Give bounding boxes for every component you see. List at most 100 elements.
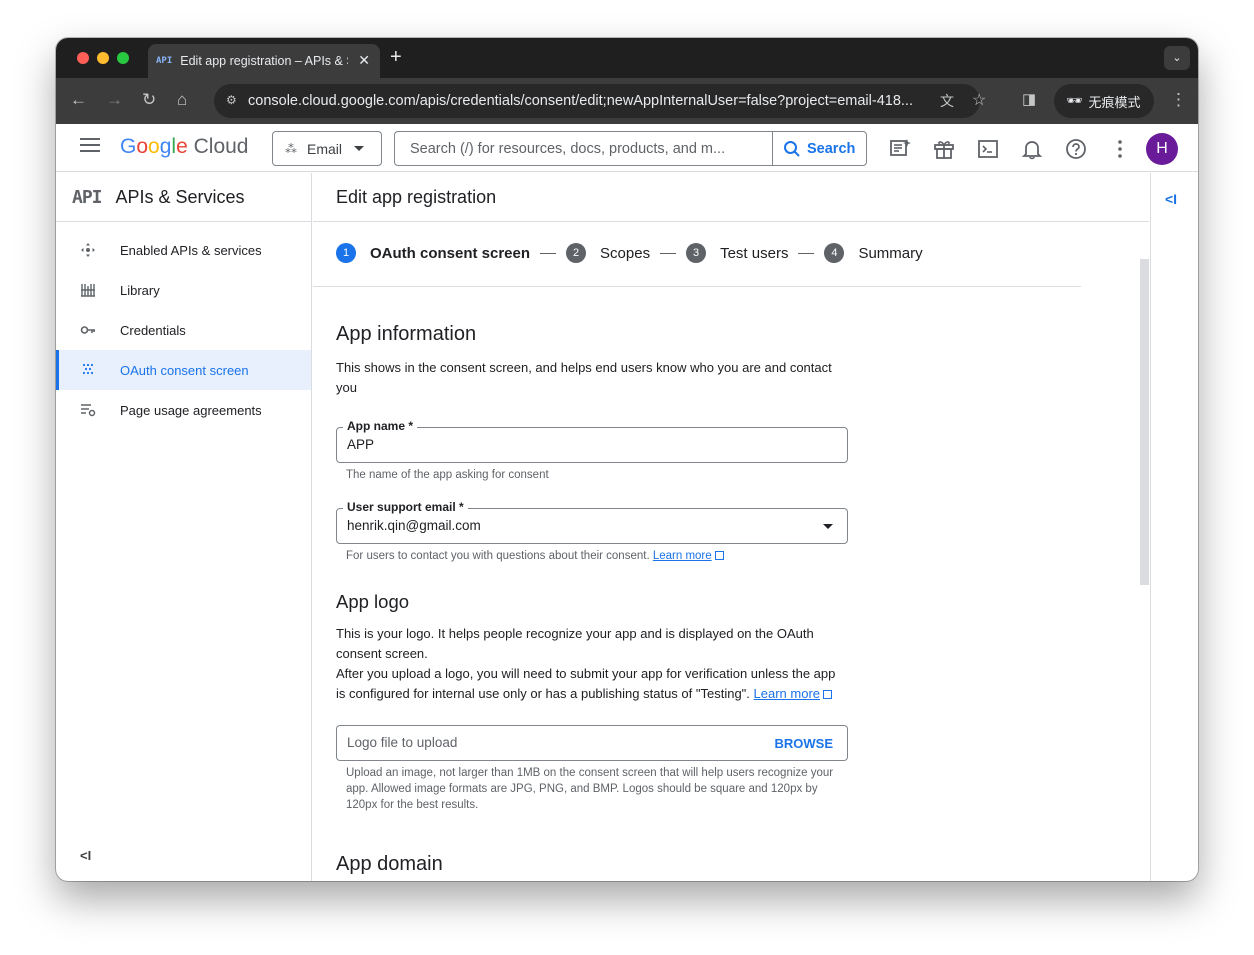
- enabled-apis-icon: [81, 243, 95, 257]
- app-information-description: This shows in the consent screen, and he…: [336, 360, 832, 395]
- avatar[interactable]: H: [1146, 133, 1178, 165]
- search-input[interactable]: Search (/) for resources, docs, products…: [395, 141, 773, 157]
- step-number: 4: [824, 243, 845, 263]
- hamburger-menu-icon[interactable]: [80, 138, 100, 154]
- browser-tab[interactable]: API Edit app registration – APIs & Servi…: [148, 44, 380, 78]
- sidebar-item-library[interactable]: Library: [56, 270, 311, 310]
- gemini-chat-icon[interactable]: [889, 138, 911, 160]
- expand-panel-icon[interactable]: <I: [1165, 191, 1177, 207]
- project-name: Email: [307, 140, 343, 157]
- app-logo-desc-1: This is your logo. It helps people recog…: [336, 626, 814, 661]
- browser-menu-icon[interactable]: ⋮: [1170, 90, 1187, 110]
- sidebar-item-label: Credentials: [120, 322, 186, 338]
- stepper-divider: [313, 286, 1081, 287]
- browser-window: API Edit app registration – APIs & Servi…: [56, 38, 1198, 881]
- search-bar[interactable]: Search (/) for resources, docs, products…: [394, 131, 867, 166]
- external-link-icon: [714, 551, 724, 560]
- library-icon: [81, 284, 95, 297]
- url-text: console.cloud.google.com/apis/credential…: [248, 93, 913, 109]
- sidebar-item-label: OAuth consent screen: [120, 362, 249, 378]
- sidebar-title: APIs & Services: [115, 186, 245, 207]
- external-link-icon: [823, 690, 833, 699]
- incognito-label: 无痕模式: [1088, 94, 1141, 110]
- project-picker[interactable]: ⁂ Email: [272, 131, 382, 166]
- notifications-icon[interactable]: [1021, 138, 1043, 160]
- search-icon: [784, 140, 800, 157]
- translate-icon[interactable]: 文: [940, 91, 954, 111]
- app-name-hint: The name of the app asking for consent: [346, 469, 549, 481]
- step-divider: [798, 252, 815, 254]
- step-number: 2: [566, 243, 587, 263]
- learn-more-link[interactable]: Learn more: [754, 686, 820, 701]
- sidebar-item-enabled-apis[interactable]: Enabled APIs & services: [56, 230, 311, 270]
- forward-icon[interactable]: →: [106, 90, 123, 110]
- browser-toolbar: ← → ↻ ⌂ ⚙ console.cloud.google.com/apis/…: [56, 78, 1198, 124]
- app-domain-heading: App domain: [336, 853, 443, 875]
- help-icon[interactable]: [1065, 138, 1087, 160]
- side-panel-icon[interactable]: ◨: [1022, 90, 1036, 108]
- step-divider: [540, 252, 557, 254]
- chevron-down-icon: [354, 146, 365, 151]
- app-logo-description: This is your logo. It helps people recog…: [336, 624, 841, 704]
- address-bar[interactable]: ⚙ console.cloud.google.com/apis/credenti…: [214, 84, 980, 118]
- gift-icon[interactable]: [933, 138, 955, 160]
- tab-close-icon[interactable]: ✕: [358, 52, 370, 69]
- user-support-email-select[interactable]: User support email * henrik.qin@gmail.co…: [336, 500, 848, 544]
- right-panel: <I: [1150, 173, 1198, 881]
- site-settings-icon[interactable]: ⚙: [226, 93, 237, 107]
- bookmark-star-icon[interactable]: ☆: [972, 90, 986, 110]
- user-support-email-label: User support email *: [343, 500, 468, 514]
- reload-icon[interactable]: ↻: [142, 90, 156, 110]
- search-button[interactable]: Search: [772, 132, 866, 165]
- logo-upload-field[interactable]: Logo file to upload BROWSE: [336, 725, 848, 761]
- sidebar-item-label: Enabled APIs & services: [120, 242, 262, 258]
- sidebar-item-oauth-consent-screen[interactable]: OAuth consent screen: [56, 350, 311, 390]
- sidebar-item-page-usage-agreements[interactable]: Page usage agreements: [56, 390, 311, 430]
- app-name-input[interactable]: APP: [347, 437, 374, 452]
- tab-search-icon[interactable]: ⌄: [1164, 46, 1190, 70]
- google-cloud-logo[interactable]: Google Cloud: [120, 135, 248, 159]
- sidebar-item-credentials[interactable]: Credentials: [56, 310, 311, 350]
- email-hint-text: For users to contact you with questions …: [346, 550, 650, 562]
- back-icon[interactable]: ←: [70, 90, 87, 110]
- cloud-shell-icon[interactable]: [977, 138, 999, 160]
- close-window-button[interactable]: [77, 52, 89, 64]
- sidebar-item-label: Library: [120, 282, 160, 298]
- app-name-field[interactable]: App name * APP: [336, 419, 848, 463]
- key-icon: [80, 326, 95, 334]
- browse-button[interactable]: BROWSE: [775, 736, 834, 751]
- project-icon: ⁂: [285, 141, 297, 156]
- tab-strip: API Edit app registration – APIs & Servi…: [56, 38, 1198, 78]
- minimize-window-button[interactable]: [97, 52, 109, 64]
- main-content: Edit app registration 1 OAuth consent sc…: [313, 173, 1149, 881]
- dropdown-arrow-icon: [823, 524, 833, 529]
- page-title: Edit app registration: [313, 173, 1149, 222]
- collapse-sidebar-icon[interactable]: <I: [80, 848, 91, 863]
- step-summary[interactable]: Summary: [858, 245, 922, 262]
- step-oauth-consent-screen[interactable]: OAuth consent screen: [370, 245, 530, 262]
- step-test-users[interactable]: Test users: [720, 245, 788, 262]
- learn-more-link[interactable]: Learn more: [653, 550, 712, 562]
- consent-icon: [82, 363, 94, 375]
- home-icon[interactable]: ⌂: [177, 90, 187, 110]
- sidebar-item-label: Page usage agreements: [120, 402, 262, 418]
- sidebar-header: API APIs & Services: [56, 173, 311, 222]
- app-logo-heading: App logo: [336, 591, 410, 612]
- incognito-indicator[interactable]: 🕶 无痕模式: [1054, 84, 1154, 118]
- step-number: 3: [686, 243, 707, 263]
- more-options-icon[interactable]: [1109, 138, 1131, 160]
- api-product-icon: API: [72, 186, 102, 208]
- app-logo-desc-2: After you upload a logo, you will need t…: [336, 664, 841, 704]
- scrollbar[interactable]: [1140, 259, 1149, 585]
- search-button-label: Search: [807, 140, 856, 157]
- step-scopes[interactable]: Scopes: [600, 245, 650, 262]
- logo-cloud: Cloud: [193, 135, 249, 158]
- console-header: Google Cloud ⁂ Email Search (/) for reso…: [56, 124, 1198, 172]
- logo-upload-placeholder: Logo file to upload: [347, 735, 458, 750]
- sidebar: API APIs & Services Enabled APIs & servi…: [56, 173, 312, 881]
- tab-title: Edit app registration – APIs & Services: [180, 54, 348, 68]
- new-tab-button[interactable]: +: [390, 46, 402, 69]
- logo-upload-hint: Upload an image, not larger than 1MB on …: [346, 767, 834, 811]
- logo-google: Google: [120, 135, 188, 158]
- maximize-window-button[interactable]: [117, 52, 129, 64]
